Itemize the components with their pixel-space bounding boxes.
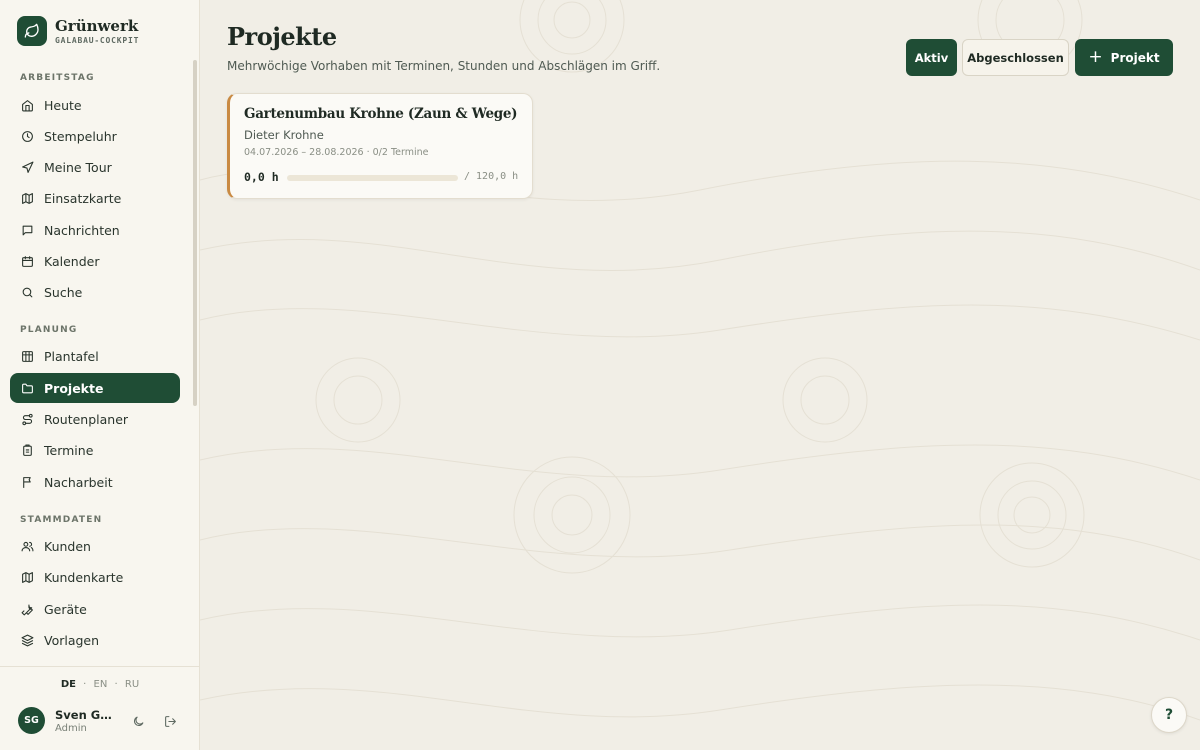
sidebar-footer: DE · EN · RU SG Sven Ga... Admin	[0, 666, 200, 750]
project-meta: 04.07.2026 – 28.08.2026 · 0/2 Termine	[244, 147, 429, 158]
sidebar-item-termine[interactable]: Termine	[10, 435, 180, 465]
sidebar-item-meine-tour[interactable]: Meine Tour	[10, 152, 180, 182]
sidebar-item-label: Nacharbeit	[44, 474, 113, 490]
sidebar-item-label: Routenplaner	[44, 411, 129, 427]
folder-icon	[22, 383, 33, 393]
filter-abgeschlossen-button[interactable]: Abgeschlossen	[962, 39, 1069, 76]
section-label-arbeitstag: ARBEITSTAG	[20, 73, 95, 83]
sidebar: Grünwerk GALABAU-COCKPIT ARBEITSTAG Heut…	[0, 0, 200, 750]
language-en[interactable]: EN	[94, 679, 108, 690]
user-role: Admin	[55, 722, 87, 734]
search-icon	[22, 287, 33, 297]
sidebar-item-label: Suche	[44, 284, 83, 300]
main-content: Projekte Mehrwöchige Vorhaben mit Termin…	[200, 0, 1200, 750]
sidebar-item-label: Heute	[44, 97, 82, 113]
user-profile[interactable]: SG Sven Ga... Admin	[18, 707, 115, 734]
sidebar-item-label: Termine	[44, 442, 94, 458]
project-progress-bar	[287, 175, 458, 181]
navigation-icon	[22, 161, 34, 173]
clipboard-icon	[23, 444, 32, 456]
sidebar-item-label: Einsatzkarte	[44, 190, 122, 206]
sidebar-item-label: Vorlagen	[44, 632, 100, 648]
plus-icon: +	[1088, 47, 1103, 67]
sidebar-nav: ARBEITSTAG Heute Stempeluhr Meine Tour E…	[0, 60, 200, 665]
language-ru[interactable]: RU	[125, 679, 139, 690]
sidebar-item-heute[interactable]: Heute	[10, 90, 180, 120]
sidebar-scrollbar[interactable]	[193, 60, 197, 406]
sidebar-item-label: Kalender	[44, 253, 100, 269]
map-icon	[22, 571, 33, 583]
sidebar-item-einsatzkarte[interactable]: Einsatzkarte	[10, 183, 180, 213]
project-budget: / 120,0 h	[464, 171, 519, 182]
users-icon	[21, 541, 34, 551]
route-icon	[22, 413, 33, 425]
moon-icon[interactable]	[132, 715, 145, 728]
brand[interactable]: Grünwerk GALABAU-COCKPIT	[17, 16, 139, 46]
brand-name: Grünwerk	[55, 16, 139, 35]
filter-aktiv-button[interactable]: Aktiv	[906, 39, 957, 76]
flag-icon	[23, 476, 31, 488]
logout-icon[interactable]	[164, 715, 177, 728]
sidebar-item-label: Plantafel	[44, 348, 99, 364]
sidebar-item-suche[interactable]: Suche	[10, 277, 180, 307]
project-title: Gartenumbau Krohne (Zaun & Wege)	[244, 106, 518, 122]
sidebar-item-label: Stempeluhr	[44, 128, 117, 144]
calendar-icon	[22, 255, 33, 267]
user-name: Sven Ga...	[55, 707, 115, 722]
clock-icon	[22, 130, 33, 142]
sidebar-item-stempeluhr[interactable]: Stempeluhr	[10, 121, 180, 151]
sidebar-item-vorlagen[interactable]: Vorlagen	[10, 625, 180, 655]
layers-icon	[21, 634, 34, 646]
project-client: Dieter Krohne	[244, 128, 324, 142]
sidebar-item-nacharbeit[interactable]: Nacharbeit	[10, 467, 180, 497]
sidebar-item-routenplaner[interactable]: Routenplaner	[10, 404, 180, 434]
sidebar-item-geraete[interactable]: Geräte	[10, 594, 180, 624]
sidebar-item-label: Nachrichten	[44, 222, 120, 238]
sidebar-item-label: Geräte	[44, 601, 87, 617]
sidebar-item-label: Projekte	[44, 380, 104, 396]
sidebar-item-nachrichten[interactable]: Nachrichten	[10, 215, 180, 245]
page-subtitle: Mehrwöchige Vorhaben mit Terminen, Stund…	[227, 59, 661, 73]
sidebar-item-kalender[interactable]: Kalender	[10, 246, 180, 276]
new-project-button[interactable]: + Projekt	[1075, 39, 1173, 76]
separator: ·	[114, 679, 118, 690]
home-icon	[22, 99, 33, 111]
section-label-stammdaten: STAMMDATEN	[20, 515, 103, 525]
brand-subtitle: GALABAU-COCKPIT	[55, 35, 140, 45]
sidebar-item-label: Kunden	[44, 538, 91, 554]
project-hours: 0,0 h	[244, 170, 279, 184]
help-button[interactable]: ?	[1151, 697, 1187, 733]
map-icon	[22, 192, 33, 204]
language-de[interactable]: DE	[61, 679, 76, 690]
project-card[interactable]: Gartenumbau Krohne (Zaun & Wege) Dieter …	[227, 93, 533, 199]
avatar: SG	[18, 707, 45, 734]
sidebar-item-label: Kundenkarte	[44, 569, 124, 585]
new-project-label: Projekt	[1110, 50, 1160, 65]
sidebar-item-kundenkarte[interactable]: Kundenkarte	[10, 562, 180, 592]
table-icon	[22, 350, 33, 362]
sidebar-item-plantafel[interactable]: Plantafel	[10, 341, 180, 371]
wrench-icon	[21, 603, 33, 615]
sidebar-item-kunden[interactable]: Kunden	[10, 531, 180, 561]
page-title: Projekte	[227, 22, 337, 51]
leaf-icon	[17, 16, 47, 46]
sidebar-item-label: Meine Tour	[44, 159, 112, 175]
sidebar-item-projekte[interactable]: Projekte	[10, 373, 180, 403]
separator: ·	[83, 679, 87, 690]
message-icon	[22, 225, 33, 235]
language-switcher: DE · EN · RU	[0, 679, 200, 690]
section-label-planung: PLANUNG	[20, 325, 78, 335]
